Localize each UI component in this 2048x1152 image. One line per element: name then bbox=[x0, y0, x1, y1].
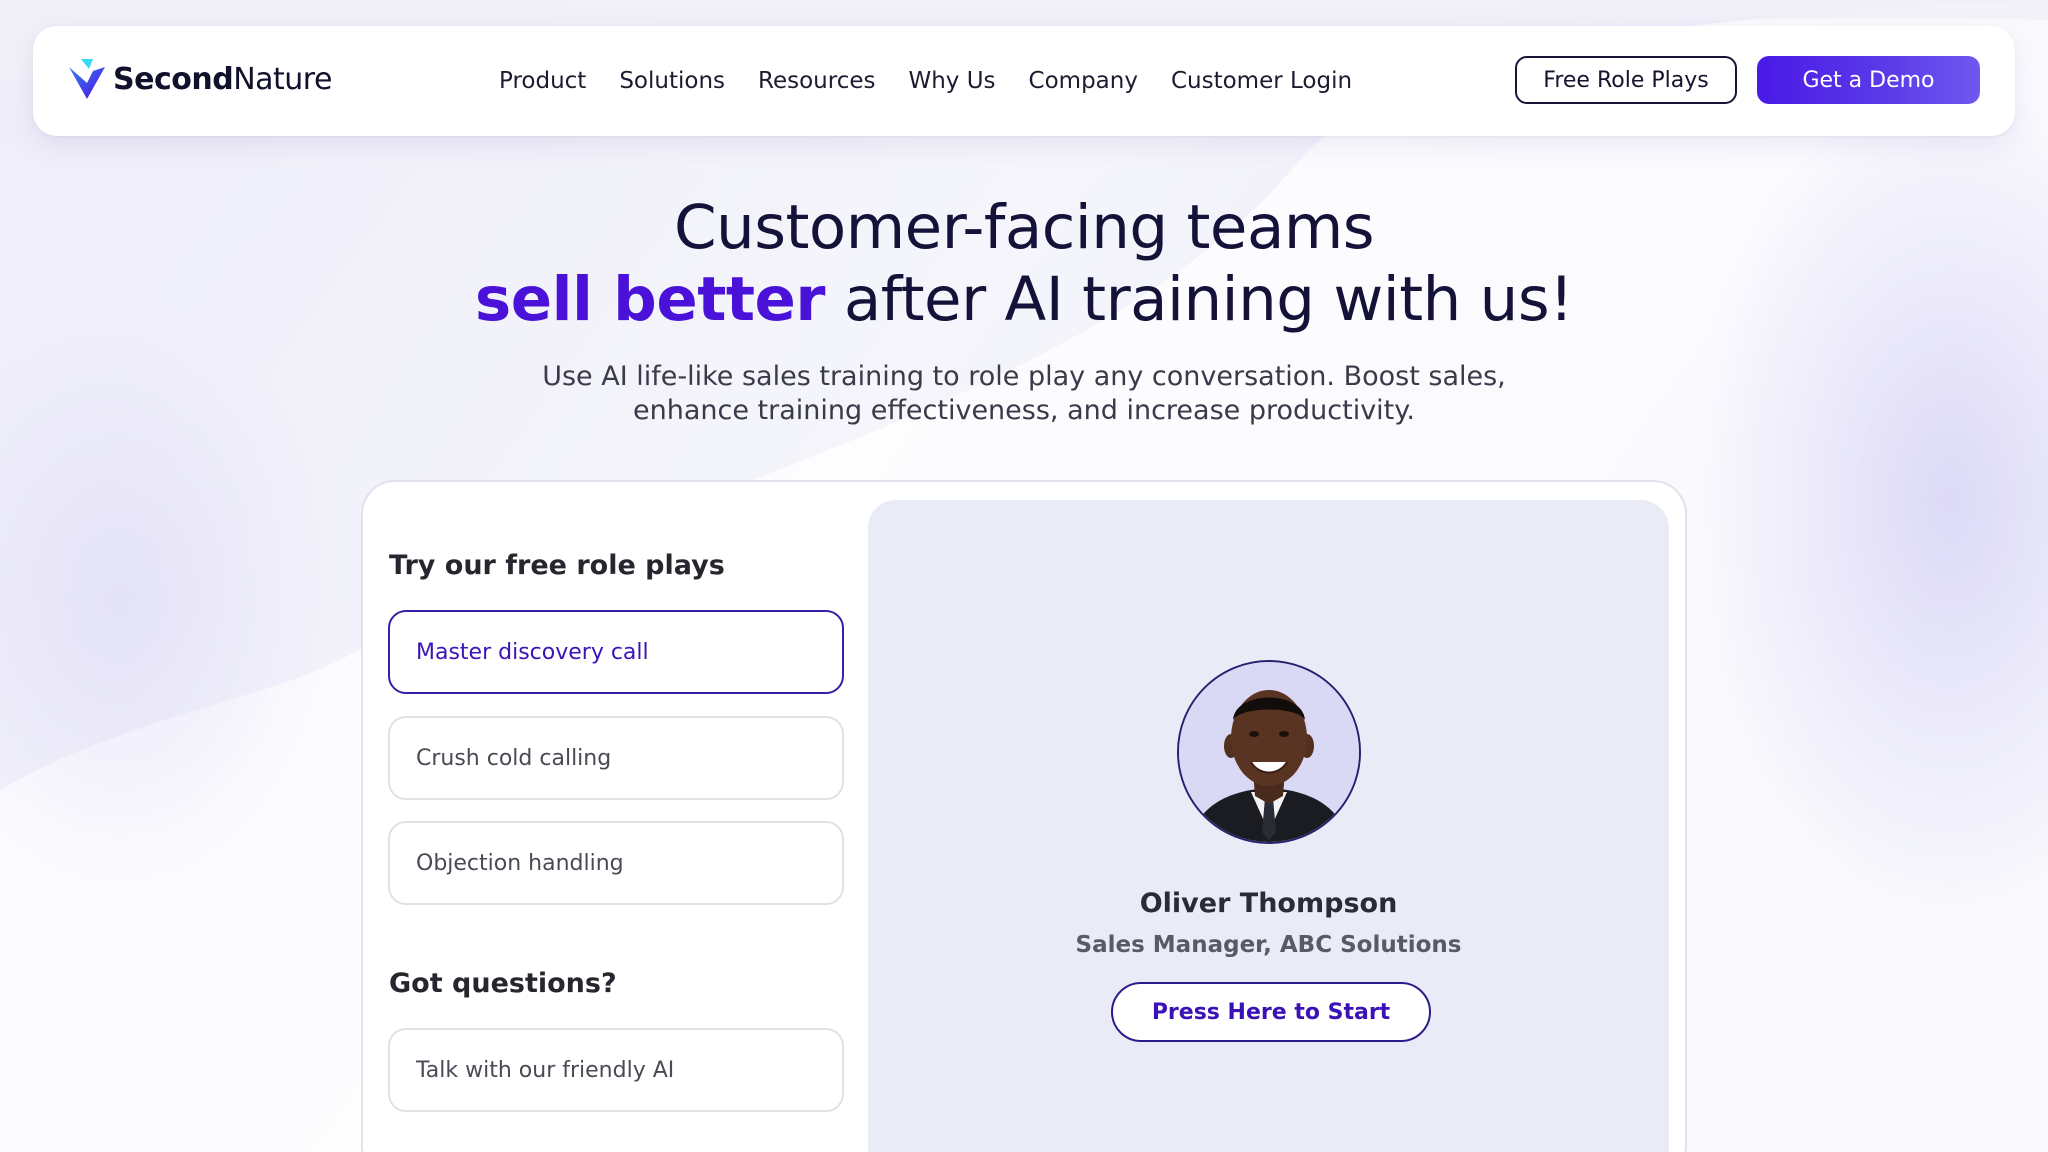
hero-headline-rest: after AI training with us! bbox=[824, 264, 1574, 335]
roleplay-option-objection-handling[interactable]: Objection handling bbox=[388, 821, 844, 905]
nav-item-customer-login[interactable]: Customer Login bbox=[1171, 68, 1352, 94]
secondnature-logo-icon bbox=[69, 59, 105, 99]
nav-item-company[interactable]: Company bbox=[1029, 68, 1138, 94]
hero-headline-line2: sell better after AI training with us! bbox=[0, 264, 2048, 335]
person-portrait-icon bbox=[1179, 662, 1359, 842]
get-a-demo-button[interactable]: Get a Demo bbox=[1757, 56, 1980, 104]
roleplay-option-master-discovery-call[interactable]: Master discovery call bbox=[388, 610, 844, 694]
questions-title: Got questions? bbox=[389, 968, 617, 999]
nav-item-why-us[interactable]: Why Us bbox=[908, 68, 995, 94]
nav-item-solutions[interactable]: Solutions bbox=[619, 68, 725, 94]
hero-subheadline-line2: enhance training effectiveness, and incr… bbox=[633, 395, 1415, 426]
primary-nav: Product Solutions Resources Why Us Compa… bbox=[499, 26, 1385, 136]
free-role-plays-button[interactable]: Free Role Plays bbox=[1515, 56, 1737, 104]
press-here-to-start-button[interactable]: Press Here to Start bbox=[1111, 982, 1431, 1042]
persona-name: Oliver Thompson bbox=[1139, 888, 1398, 919]
hero-subheadline-line1: Use AI life-like sales training to role … bbox=[542, 361, 1506, 392]
hero-headline-line1: Customer-facing teams bbox=[673, 192, 1375, 263]
persona-role: Sales Manager, ABC Solutions bbox=[1075, 932, 1462, 958]
roleplay-option-crush-cold-calling[interactable]: Crush cold calling bbox=[388, 716, 844, 800]
nav-item-product[interactable]: Product bbox=[499, 68, 586, 94]
hero-subheadline: Use AI life-like sales training to role … bbox=[0, 360, 2048, 428]
brand-logo[interactable]: SecondNature bbox=[67, 54, 332, 104]
top-navbar: SecondNature Product Solutions Resources… bbox=[33, 26, 2015, 136]
hero-headline-accent: sell better bbox=[474, 264, 826, 335]
talk-with-ai-option[interactable]: Talk with our friendly AI bbox=[388, 1028, 844, 1112]
persona-avatar-image bbox=[1177, 660, 1361, 844]
nav-item-resources[interactable]: Resources bbox=[758, 68, 875, 94]
brand-wordmark: SecondNature bbox=[113, 61, 332, 97]
roleplays-title: Try our free role plays bbox=[389, 550, 725, 581]
persona-panel: Oliver Thompson Sales Manager, ABC Solut… bbox=[868, 500, 1669, 1152]
roleplay-card: Try our free role plays Master discovery… bbox=[361, 480, 1687, 1152]
